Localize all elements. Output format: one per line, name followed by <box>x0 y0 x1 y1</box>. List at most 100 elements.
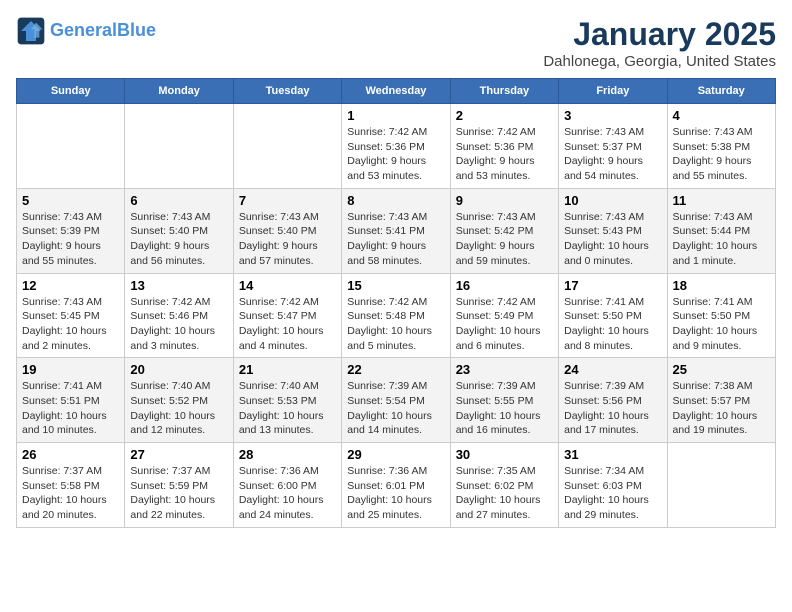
cell-date-number: 16 <box>456 278 553 293</box>
calendar-cell: 8 Sunrise: 7:43 AM Sunset: 5:41 PM Daylig… <box>342 188 450 273</box>
calendar-cell: 25Sunrise: 7:38 AM Sunset: 5:57 PM Dayli… <box>667 358 775 443</box>
cell-date-number: 11 <box>673 193 770 208</box>
calendar-week-1: 1 Sunrise: 7:42 AM Sunset: 5:36 PM Daylig… <box>17 104 776 189</box>
calendar-cell: 18Sunrise: 7:41 AM Sunset: 5:50 PM Dayli… <box>667 273 775 358</box>
col-header-wednesday: Wednesday <box>342 79 450 104</box>
calendar-cell: 2 Sunrise: 7:42 AM Sunset: 5:36 PM Daylig… <box>450 104 558 189</box>
calendar-cell: 10Sunrise: 7:43 AM Sunset: 5:43 PM Dayli… <box>559 188 667 273</box>
calendar-header-row: SundayMondayTuesdayWednesdayThursdayFrid… <box>17 79 776 104</box>
calendar-cell: 7 Sunrise: 7:43 AM Sunset: 5:40 PM Daylig… <box>233 188 341 273</box>
cell-info: Sunrise: 7:43 AM Sunset: 5:40 PM Dayligh… <box>239 210 336 269</box>
calendar-body: 1 Sunrise: 7:42 AM Sunset: 5:36 PM Daylig… <box>17 104 776 528</box>
calendar-cell: 31 Sunrise: 7:34 AM Sunset: 6:03 PM Dayli… <box>559 443 667 528</box>
cell-info: Sunrise: 7:41 AM Sunset: 5:50 PM Dayligh… <box>673 295 770 354</box>
cell-info: Sunrise: 7:39 AM Sunset: 5:56 PM Dayligh… <box>564 379 661 438</box>
calendar-cell: 27Sunrise: 7:37 AM Sunset: 5:59 PM Dayli… <box>125 443 233 528</box>
calendar-cell <box>233 104 341 189</box>
calendar-cell: 12Sunrise: 7:43 AM Sunset: 5:45 PM Dayli… <box>17 273 125 358</box>
cell-info: Sunrise: 7:41 AM Sunset: 5:51 PM Dayligh… <box>22 379 119 438</box>
cell-date-number: 9 <box>456 193 553 208</box>
cell-info: Sunrise: 7:43 AM Sunset: 5:42 PM Dayligh… <box>456 210 553 269</box>
cell-info: Sunrise: 7:37 AM Sunset: 5:59 PM Dayligh… <box>130 464 227 523</box>
cell-info: Sunrise: 7:40 AM Sunset: 5:53 PM Dayligh… <box>239 379 336 438</box>
cell-info: Sunrise: 7:43 AM Sunset: 5:39 PM Dayligh… <box>22 210 119 269</box>
calendar-cell: 17Sunrise: 7:41 AM Sunset: 5:50 PM Dayli… <box>559 273 667 358</box>
cell-info: Sunrise: 7:42 AM Sunset: 5:47 PM Dayligh… <box>239 295 336 354</box>
col-header-thursday: Thursday <box>450 79 558 104</box>
page-header: GeneralBlue January 2025 Dahlonega, Geor… <box>16 16 776 70</box>
col-header-sunday: Sunday <box>17 79 125 104</box>
cell-date-number: 12 <box>22 278 119 293</box>
cell-info: Sunrise: 7:42 AM Sunset: 5:49 PM Dayligh… <box>456 295 553 354</box>
cell-info: Sunrise: 7:43 AM Sunset: 5:43 PM Dayligh… <box>564 210 661 269</box>
cell-date-number: 30 <box>456 447 553 462</box>
calendar-cell: 4 Sunrise: 7:43 AM Sunset: 5:38 PM Daylig… <box>667 104 775 189</box>
calendar-week-4: 19Sunrise: 7:41 AM Sunset: 5:51 PM Dayli… <box>17 358 776 443</box>
logo-icon <box>16 16 46 46</box>
cell-date-number: 24 <box>564 362 661 377</box>
cell-info: Sunrise: 7:42 AM Sunset: 5:36 PM Dayligh… <box>347 125 444 184</box>
cell-date-number: 23 <box>456 362 553 377</box>
col-header-saturday: Saturday <box>667 79 775 104</box>
cell-info: Sunrise: 7:43 AM Sunset: 5:40 PM Dayligh… <box>130 210 227 269</box>
col-header-tuesday: Tuesday <box>233 79 341 104</box>
cell-info: Sunrise: 7:34 AM Sunset: 6:03 PM Dayligh… <box>564 464 661 523</box>
calendar-cell: 21 Sunrise: 7:40 AM Sunset: 5:53 PM Dayli… <box>233 358 341 443</box>
calendar-cell: 26Sunrise: 7:37 AM Sunset: 5:58 PM Dayli… <box>17 443 125 528</box>
cell-info: Sunrise: 7:43 AM Sunset: 5:38 PM Dayligh… <box>673 125 770 184</box>
cell-date-number: 2 <box>456 108 553 123</box>
calendar-cell <box>125 104 233 189</box>
calendar-cell: 1 Sunrise: 7:42 AM Sunset: 5:36 PM Daylig… <box>342 104 450 189</box>
calendar-cell: 24 Sunrise: 7:39 AM Sunset: 5:56 PM Dayli… <box>559 358 667 443</box>
cell-info: Sunrise: 7:42 AM Sunset: 5:36 PM Dayligh… <box>456 125 553 184</box>
calendar-table: SundayMondayTuesdayWednesdayThursdayFrid… <box>16 78 776 528</box>
cell-date-number: 6 <box>130 193 227 208</box>
cell-date-number: 31 <box>564 447 661 462</box>
cell-info: Sunrise: 7:37 AM Sunset: 5:58 PM Dayligh… <box>22 464 119 523</box>
calendar-cell: 11 Sunrise: 7:43 AM Sunset: 5:44 PM Dayli… <box>667 188 775 273</box>
cell-info: Sunrise: 7:35 AM Sunset: 6:02 PM Dayligh… <box>456 464 553 523</box>
calendar-cell: 29 Sunrise: 7:36 AM Sunset: 6:01 PM Dayli… <box>342 443 450 528</box>
calendar-cell: 30 Sunrise: 7:35 AM Sunset: 6:02 PM Dayli… <box>450 443 558 528</box>
cell-info: Sunrise: 7:43 AM Sunset: 5:41 PM Dayligh… <box>347 210 444 269</box>
cell-date-number: 1 <box>347 108 444 123</box>
col-header-friday: Friday <box>559 79 667 104</box>
calendar-cell: 13 Sunrise: 7:42 AM Sunset: 5:46 PM Dayli… <box>125 273 233 358</box>
cell-date-number: 15 <box>347 278 444 293</box>
calendar-cell <box>17 104 125 189</box>
cell-date-number: 21 <box>239 362 336 377</box>
calendar-cell <box>667 443 775 528</box>
cell-info: Sunrise: 7:43 AM Sunset: 5:44 PM Dayligh… <box>673 210 770 269</box>
cell-info: Sunrise: 7:43 AM Sunset: 5:37 PM Dayligh… <box>564 125 661 184</box>
cell-date-number: 14 <box>239 278 336 293</box>
cell-date-number: 13 <box>130 278 227 293</box>
logo-text-line1: GeneralBlue <box>50 21 156 41</box>
calendar-cell: 15Sunrise: 7:42 AM Sunset: 5:48 PM Dayli… <box>342 273 450 358</box>
calendar-title: January 2025 <box>543 16 776 53</box>
cell-info: Sunrise: 7:38 AM Sunset: 5:57 PM Dayligh… <box>673 379 770 438</box>
cell-date-number: 22 <box>347 362 444 377</box>
cell-date-number: 29 <box>347 447 444 462</box>
cell-info: Sunrise: 7:36 AM Sunset: 6:01 PM Dayligh… <box>347 464 444 523</box>
cell-date-number: 8 <box>347 193 444 208</box>
cell-date-number: 7 <box>239 193 336 208</box>
cell-date-number: 5 <box>22 193 119 208</box>
title-block: January 2025 Dahlonega, Georgia, United … <box>543 16 776 70</box>
calendar-cell: 28Sunrise: 7:36 AM Sunset: 6:00 PM Dayli… <box>233 443 341 528</box>
cell-info: Sunrise: 7:42 AM Sunset: 5:46 PM Dayligh… <box>130 295 227 354</box>
cell-date-number: 17 <box>564 278 661 293</box>
cell-info: Sunrise: 7:40 AM Sunset: 5:52 PM Dayligh… <box>130 379 227 438</box>
calendar-cell: 22 Sunrise: 7:39 AM Sunset: 5:54 PM Dayli… <box>342 358 450 443</box>
calendar-week-5: 26Sunrise: 7:37 AM Sunset: 5:58 PM Dayli… <box>17 443 776 528</box>
calendar-week-2: 5 Sunrise: 7:43 AM Sunset: 5:39 PM Daylig… <box>17 188 776 273</box>
calendar-cell: 14 Sunrise: 7:42 AM Sunset: 5:47 PM Dayli… <box>233 273 341 358</box>
cell-info: Sunrise: 7:39 AM Sunset: 5:54 PM Dayligh… <box>347 379 444 438</box>
calendar-cell: 3Sunrise: 7:43 AM Sunset: 5:37 PM Daylig… <box>559 104 667 189</box>
calendar-cell: 5 Sunrise: 7:43 AM Sunset: 5:39 PM Daylig… <box>17 188 125 273</box>
cell-date-number: 4 <box>673 108 770 123</box>
calendar-subtitle: Dahlonega, Georgia, United States <box>543 53 776 70</box>
logo: GeneralBlue <box>16 16 156 46</box>
calendar-cell: 20Sunrise: 7:40 AM Sunset: 5:52 PM Dayli… <box>125 358 233 443</box>
calendar-cell: 9 Sunrise: 7:43 AM Sunset: 5:42 PM Daylig… <box>450 188 558 273</box>
calendar-cell: 23Sunrise: 7:39 AM Sunset: 5:55 PM Dayli… <box>450 358 558 443</box>
